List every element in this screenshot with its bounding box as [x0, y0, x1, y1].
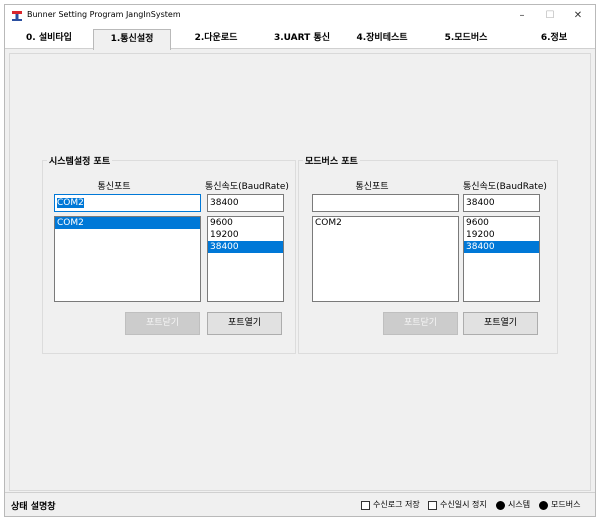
window-title: Bunner Setting Program JangInSystem [27, 10, 181, 19]
modbus-baud-list-item[interactable]: 9600 [464, 217, 539, 229]
modbus-baud-label: 통신속도(BaudRate) [463, 182, 547, 192]
system-port-input[interactable]: COM2 [54, 194, 201, 212]
modbus-port-list-item[interactable]: COM2 [313, 217, 458, 229]
modbus-port-open-button[interactable]: 포트열기 [463, 312, 538, 335]
modbus-port-label: 통신포트 [355, 182, 389, 192]
close-button[interactable]: ✕ [565, 7, 591, 25]
status-description: 상태 설명창 [11, 502, 56, 512]
tab-info[interactable]: 6.정보 [515, 29, 593, 49]
system-port-list-item[interactable]: COM2 [55, 217, 200, 229]
tab-content-panel: 시스템설정 포트 통신포트 통신속도(BaudRate) COM2 38400 … [9, 53, 591, 491]
system-port-list[interactable]: COM2 [54, 216, 201, 302]
modbus-baud-list-item[interactable]: 19200 [464, 229, 539, 241]
tab-download[interactable]: 2.다운로드 [177, 29, 255, 49]
modbus-port-close-button[interactable]: 포트닫기 [383, 312, 458, 335]
log-save-checkbox[interactable] [361, 501, 370, 510]
system-port-close-button[interactable]: 포트닫기 [125, 312, 200, 335]
tab-uart[interactable]: 3.UART 통신 [261, 29, 343, 49]
minimize-button[interactable]: – [509, 7, 535, 25]
tab-device-test[interactable]: 4.장비테스트 [341, 29, 423, 49]
app-logo-icon [12, 11, 22, 21]
modbus-baud-list[interactable]: 9600 19200 38400 [463, 216, 540, 302]
modbus-port-input[interactable] [312, 194, 459, 212]
pause-checkbox[interactable] [428, 501, 437, 510]
tab-equipment-type[interactable]: 0. 설비타입 [9, 29, 89, 49]
system-port-open-button[interactable]: 포트열기 [207, 312, 282, 335]
system-port-label: 통신포트 [97, 182, 131, 192]
system-baud-list[interactable]: 9600 19200 38400 [207, 216, 284, 302]
modbus-baud-input[interactable]: 38400 [463, 194, 540, 212]
app-window: Bunner Setting Program JangInSystem – ☐ … [4, 4, 596, 517]
tab-modbus[interactable]: 5.모드버스 [425, 29, 507, 49]
title-bar: Bunner Setting Program JangInSystem – ☐ … [5, 5, 595, 27]
system-baud-label: 통신속도(BaudRate) [205, 182, 289, 192]
tab-communication-settings[interactable]: 1.통신설정 [93, 29, 171, 50]
system-led-label: 시스템 [508, 500, 531, 509]
modbus-port-group: 모드버스 포트 통신포트 통신속도(BaudRate) 38400 COM2 9… [298, 154, 558, 354]
system-baud-input[interactable]: 38400 [207, 194, 284, 212]
system-baud-list-item[interactable]: 9600 [208, 217, 283, 229]
modbus-port-list[interactable]: COM2 [312, 216, 459, 302]
modbus-baud-list-item[interactable]: 38400 [464, 241, 539, 253]
tab-bar: 0. 설비타입 1.통신설정 2.다운로드 3.UART 통신 4.장비테스트 … [5, 27, 595, 50]
system-baud-list-item[interactable]: 19200 [208, 229, 283, 241]
log-save-label: 수신로그 저장 [373, 500, 420, 509]
modbus-led-icon [539, 501, 548, 510]
system-port-group-title: 시스템설정 포트 [47, 154, 113, 167]
modbus-port-group-title: 모드버스 포트 [303, 154, 360, 167]
status-bar: 상태 설명창 수신로그 저장 수신일시 정지 시스템 모드버스 [5, 492, 595, 516]
system-led-icon [496, 501, 505, 510]
system-baud-list-item[interactable]: 38400 [208, 241, 283, 253]
maximize-button[interactable]: ☐ [537, 7, 563, 25]
system-port-group: 시스템설정 포트 통신포트 통신속도(BaudRate) COM2 38400 … [42, 154, 296, 354]
pause-label: 수신일시 정지 [440, 500, 487, 509]
system-port-input-value: COM2 [57, 198, 84, 208]
modbus-led-label: 모드버스 [551, 500, 581, 509]
